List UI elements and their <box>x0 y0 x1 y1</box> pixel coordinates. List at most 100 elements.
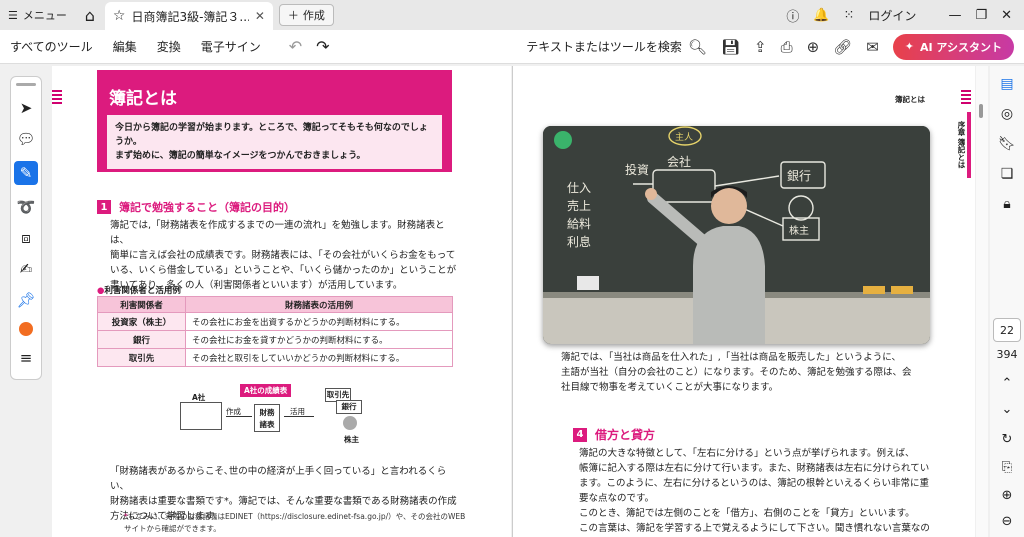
text-box-icon[interactable]: ⧈ <box>21 229 31 247</box>
page-up-icon[interactable]: ⌃ <box>996 376 1018 391</box>
pages-icon[interactable]: ❏ <box>1001 166 1014 182</box>
page-fit-icon[interactable]: ⎘ <box>996 460 1018 475</box>
pdf-page-right: 簿記とは 序章 簿記とは 主人 会社 投資 銀行 株主 仕入 売上 給料 利息 … <box>512 66 975 537</box>
restore-icon[interactable]: ❐ <box>975 8 987 23</box>
text-line: 簡単に言えば会社の成績表です。財務諸表には、「その会社がいくらお金をもって <box>110 250 456 261</box>
page-margin-marker <box>52 90 62 106</box>
help-icon[interactable]: ⓘ <box>786 6 799 25</box>
footnote-line: サイトから確認ができます。 <box>124 524 221 533</box>
page-down-icon[interactable]: ⌄ <box>996 402 1018 417</box>
highlight-pen-icon[interactable]: ✎ <box>14 161 38 185</box>
table-cell: その会社にお金を貸すかどうかの判断材料にする。 <box>185 330 453 349</box>
table-header-row: 利害関係者 財務諸表の活用例 <box>97 296 453 313</box>
more-menu-icon[interactable]: ≡ <box>20 349 33 367</box>
sign-icon[interactable]: ✍ <box>20 260 33 278</box>
text-line: 主語が当社（自分の会社のこと）になります。そのため、簿記を勉強する際は、会 <box>561 367 912 378</box>
chapter-header: 簿記とは 今日から簿記の学習が始まります。ところで、簿記ってそもそも何なのでしょ… <box>97 70 452 172</box>
board-word: 銀行 <box>787 169 811 183</box>
bell-icon[interactable]: 🔔 <box>813 8 829 23</box>
text-line: 「財務諸表があるからこそ､世の中の経済が上手く回っている」と言われるくらい、 <box>110 466 447 492</box>
mail-icon[interactable]: ✉ <box>866 38 879 56</box>
zoom-in-icon[interactable]: ⊕ <box>996 488 1018 503</box>
table-row: 投資家（株主） その会社にお金を出資するかどうかの判断材料にする。 <box>97 312 453 331</box>
undo-icon[interactable]: ↶ <box>289 37 302 56</box>
color-picker-icon[interactable] <box>19 322 33 336</box>
comment-icon[interactable]: 💬︎ <box>16 130 35 148</box>
menu-all-tools[interactable]: すべてのツール <box>0 38 103 55</box>
text-line: 要な点なのです。 <box>579 493 655 504</box>
lecture-video[interactable]: 主人 会社 投資 銀行 株主 仕入 売上 給料 利息 <box>543 126 930 344</box>
lasso-icon[interactable]: ➰ <box>17 198 36 216</box>
table-cell: その会社にお金を出資するかどうかの判断材料にする。 <box>185 312 453 331</box>
board-word: 給料 <box>567 217 591 231</box>
current-page-input[interactable]: 22 <box>993 318 1021 342</box>
text-line: 簿記では,「財務諸表を作成するまでの一連の流れ」を勉強します。財務諸表とは、 <box>110 220 445 246</box>
stakeholder-table: 利害関係者 財務諸表の活用例 投資家（株主） その会社にお金を出資するかどうかの… <box>97 296 453 367</box>
ai-label: AI アシスタント <box>920 40 1002 54</box>
tool-search[interactable]: テキストまたはツールを検索 🔍︎ <box>526 38 707 56</box>
table-caption: ●利害関係者と活用例 <box>97 284 181 296</box>
main-toolbar: すべてのツール 編集 変換 電子サイン ↶ ↷ テキストまたはツールを検索 🔍︎… <box>0 30 1024 64</box>
table-cell: 銀行 <box>97 330 186 349</box>
pin-icon[interactable]: 📌︎ <box>16 291 35 309</box>
bank-box: 銀行 <box>336 400 362 414</box>
running-header: 簿記とは <box>895 95 925 104</box>
section-1-heading: 1 簿記で勉強すること（簿記の目的） <box>97 199 295 215</box>
refresh-icon[interactable]: ↻ <box>996 432 1018 447</box>
close-icon[interactable]: ✕ <box>255 9 265 23</box>
create-button[interactable]: ＋ 作成 <box>278 4 334 26</box>
menu-convert[interactable]: 変換 <box>147 38 191 55</box>
star-icon[interactable]: ☆ <box>113 8 126 24</box>
search-icon: 🔍︎ <box>687 37 707 56</box>
pdf-page-left: 簿記とは 今日から簿記の学習が始まります。ところで、簿記ってそもそも何なのでしょ… <box>52 66 511 537</box>
table-row: 取引先 その会社と取引をしていいかどうかの判断材料にする。 <box>97 348 453 367</box>
text-line: 簿記の大きな特徴として、「左右に分ける」という点が挙げられます。例えば、 <box>579 448 915 459</box>
print-icon[interactable]: ⎙ <box>781 38 793 56</box>
home-icon[interactable]: ⌂ <box>75 0 105 30</box>
share-user-icon[interactable]: ⊕ <box>807 38 820 56</box>
redo-icon[interactable]: ↷ <box>316 37 329 56</box>
bookmark-icon[interactable]: 🔖︎ <box>998 136 1016 152</box>
comment-panel-icon[interactable]: ◎ <box>1001 106 1013 122</box>
vertical-scrollbar[interactable] <box>976 66 988 537</box>
login-button[interactable]: ログイン <box>868 7 916 24</box>
text-line: このとき、簿記では左側のことを「借方」、右側のことを「貸方」といいます。 <box>579 508 915 519</box>
section-1-body: 簿記では,「財務諸表を作成するまでの一連の流れ」を勉強します。財務諸表とは、 簡… <box>110 218 460 293</box>
menu-edit[interactable]: 編集 <box>103 38 147 55</box>
ai-assistant-button[interactable]: ✦ AI アシスタント <box>892 33 1014 60</box>
table-cell: その会社と取引をしていいかどうかの判断材料にする。 <box>185 348 453 367</box>
chapter-side-tab: 序章 簿記とは <box>957 112 971 178</box>
person-icon <box>343 416 357 430</box>
drag-handle[interactable] <box>16 83 36 86</box>
intro-line-1: 今日から簿記の学習が始まります。ところで、簿記ってそもそも何なのでしょうか。 <box>115 123 428 147</box>
upload-icon[interactable]: ⇪ <box>754 38 767 56</box>
apps-grid-icon[interactable]: ⁙ <box>844 8 855 23</box>
menu-button[interactable]: ☰ メニュー <box>0 0 75 30</box>
plus-icon: ＋ <box>287 9 299 22</box>
company-box <box>180 402 222 430</box>
cursor-icon[interactable]: ➤ <box>20 99 33 117</box>
footnote-line: ちなみに、実際の財務諸表はEDINET（https://disclosure.e… <box>127 512 466 521</box>
annotation-tool-rail: ➤ 💬︎ ✎ ➰ ⧈ ✍ 📌︎ ≡ <box>10 76 42 380</box>
section-title: 簿記で勉強すること（簿記の目的） <box>119 201 295 214</box>
minimize-icon[interactable]: — <box>948 8 961 23</box>
intro-line-2: まず始めに、簿記の簡単なイメージをつかんでおきましょう。 <box>115 151 366 161</box>
section-number: 1 <box>97 200 111 214</box>
section-number: 4 <box>573 427 587 442</box>
window-close-icon[interactable]: ✕ <box>1001 8 1012 23</box>
board-word: 利息 <box>567 234 591 249</box>
link-icon[interactable]: 🔗︎ <box>833 38 852 56</box>
hamburger-icon: ☰ <box>8 8 18 22</box>
create-label: 作成 <box>302 9 325 22</box>
scrollbar-thumb[interactable] <box>979 104 983 118</box>
document-tab[interactable]: ☆ 日商簿記3級-簿記３... ✕ <box>104 2 273 30</box>
title-bar: ☰ メニュー ⌂ ☆ 日商簿記3級-簿記３... ✕ ＋ 作成 ⓘ 🔔 ⁙ ログ… <box>0 0 1024 30</box>
protect-icon[interactable]: 🔒︎ <box>1003 196 1010 212</box>
text-line: ます。このように、左右に分けるというのは、簿記の根幹といえるくらい非常に重 <box>579 478 929 489</box>
save-icon[interactable]: 💾︎ <box>721 38 740 56</box>
ai-summary-icon[interactable]: ▤ <box>1000 76 1013 92</box>
zoom-out-icon[interactable]: ⊖ <box>996 514 1018 529</box>
search-label: テキストまたはツールを検索 <box>526 40 682 54</box>
lecture-video-frame: 主人 会社 投資 銀行 株主 仕入 売上 給料 利息 <box>543 126 930 344</box>
menu-e-sign[interactable]: 電子サイン <box>191 38 271 55</box>
